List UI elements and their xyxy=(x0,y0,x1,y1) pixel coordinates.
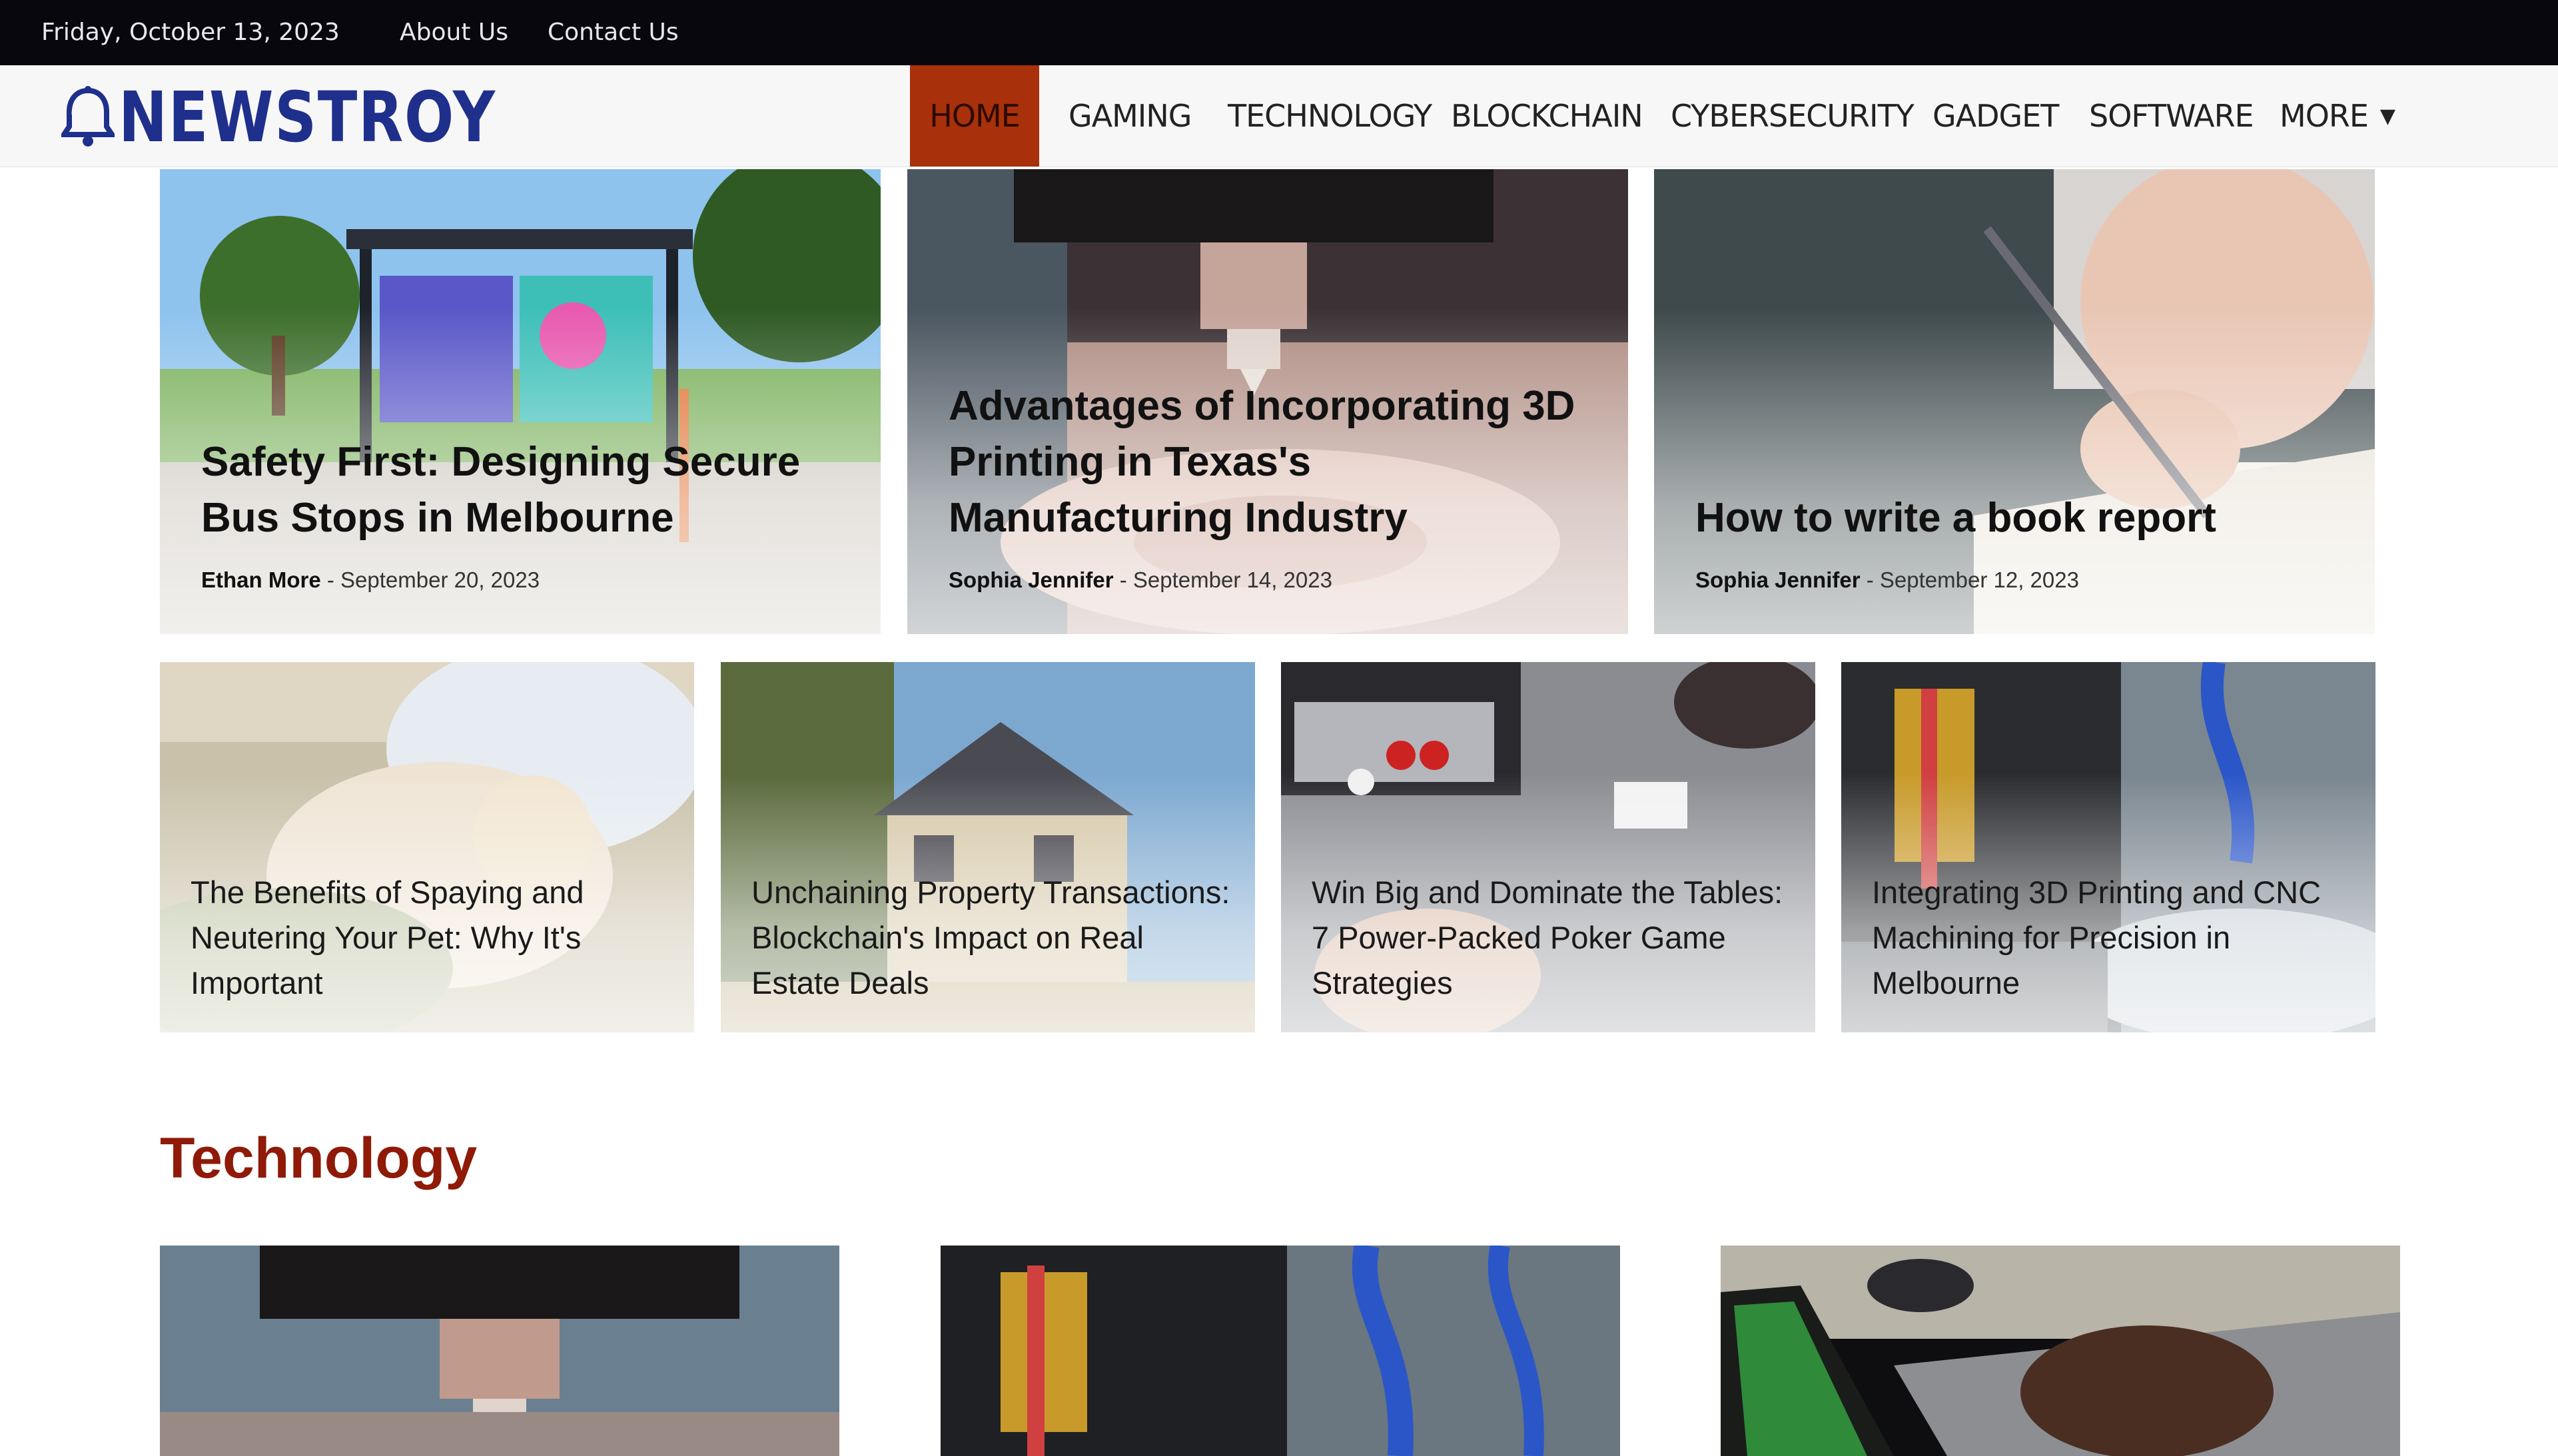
author-name[interactable]: Sophia Jennifer xyxy=(1695,567,1861,592)
chevron-down-icon: ▼ xyxy=(2379,104,2395,128)
nav-gaming-label: GAMING xyxy=(1068,98,1192,134)
current-date: Friday, October 13, 2023 xyxy=(41,19,340,46)
author-name[interactable]: Ethan More xyxy=(201,567,321,592)
site-logo[interactable]: NEWSTROY xyxy=(61,77,568,158)
featured-title[interactable]: How to write a book report xyxy=(1695,490,2348,546)
secondary-title[interactable]: Unchaining Property Transactions: Blockc… xyxy=(751,870,1235,1006)
nav-blockchain-label: BLOCKCHAIN xyxy=(1451,98,1643,134)
secondary-title[interactable]: Integrating 3D Printing and CNC Machinin… xyxy=(1872,870,2355,1006)
nav-more[interactable]: MORE ▼ xyxy=(2280,65,2395,167)
post-date: September 12, 2023 xyxy=(1879,567,2079,592)
author-name[interactable]: Sophia Jennifer xyxy=(949,567,1114,592)
featured-meta: Sophia Jennifer - September 14, 2023 xyxy=(949,567,1332,593)
secondary-title[interactable]: Win Big and Dominate the Tables: 7 Power… xyxy=(1312,870,1795,1006)
site-header: NEWSTROY HOME GAMING TECHNOLOGY BLOCKCHA… xyxy=(0,65,2558,167)
featured-title[interactable]: Advantages of Incorporating 3D Printing … xyxy=(949,378,1601,546)
nav-home[interactable]: HOME xyxy=(910,65,1039,167)
post-date: September 14, 2023 xyxy=(1132,567,1332,592)
secondary-card[interactable]: Win Big and Dominate the Tables: 7 Power… xyxy=(1281,662,1815,1032)
featured-meta: Sophia Jennifer - September 12, 2023 xyxy=(1695,567,2079,593)
brand-name: NEWSTROY xyxy=(119,77,496,158)
meta-separator: - xyxy=(1866,567,1874,592)
nav-cybersecurity[interactable]: CYBERSECURITY xyxy=(1671,65,1915,167)
secondary-card[interactable]: Integrating 3D Printing and CNC Machinin… xyxy=(1841,662,2375,1032)
nav-more-label: MORE xyxy=(2280,98,2369,134)
section-title[interactable]: Technology xyxy=(160,1126,477,1192)
meta-separator: - xyxy=(326,567,334,592)
technology-card[interactable] xyxy=(1721,1246,2400,1456)
nav-gaming[interactable]: GAMING xyxy=(1068,65,1192,167)
post-date: September 20, 2023 xyxy=(340,567,540,592)
nav-cybersecurity-label: CYBERSECURITY xyxy=(1671,98,1915,134)
secondary-card[interactable]: The Benefits of Spaying and Neutering Yo… xyxy=(160,662,694,1032)
nav-gadget-label: GADGET xyxy=(1932,98,2059,134)
cnc-machine-image xyxy=(941,1246,1620,1456)
nav-software-label: SOFTWARE xyxy=(2089,98,2254,134)
nav-home-label: HOME xyxy=(929,98,1021,134)
secondary-card[interactable]: Unchaining Property Transactions: Blockc… xyxy=(721,662,1255,1032)
featured-card[interactable]: Advantages of Incorporating 3D Printing … xyxy=(907,169,1628,634)
top-bar: Friday, October 13, 2023 About Us Contac… xyxy=(0,0,2558,65)
3d-printer-image xyxy=(160,1246,839,1456)
technology-card[interactable] xyxy=(941,1246,1620,1456)
featured-meta: Ethan More - September 20, 2023 xyxy=(201,567,540,593)
featured-card[interactable]: Safety First: Designing Secure Bus Stops… xyxy=(160,169,881,634)
nav-technology[interactable]: TECHNOLOGY xyxy=(1228,65,1432,167)
featured-card[interactable]: How to write a book report Sophia Jennif… xyxy=(1654,169,2375,634)
laptop-image xyxy=(1721,1246,2400,1456)
secondary-title[interactable]: The Benefits of Spaying and Neutering Yo… xyxy=(191,870,674,1006)
bell-icon xyxy=(61,86,115,147)
nav-software[interactable]: SOFTWARE xyxy=(2089,65,2254,167)
contact-us-link[interactable]: Contact Us xyxy=(548,19,679,46)
technology-card[interactable] xyxy=(160,1246,839,1456)
nav-blockchain[interactable]: BLOCKCHAIN xyxy=(1451,65,1643,167)
about-us-link[interactable]: About Us xyxy=(400,19,508,46)
nav-gadget[interactable]: GADGET xyxy=(1932,65,2059,167)
nav-technology-label: TECHNOLOGY xyxy=(1228,98,1432,134)
meta-separator: - xyxy=(1119,567,1127,592)
featured-title[interactable]: Safety First: Designing Secure Bus Stops… xyxy=(201,434,854,546)
